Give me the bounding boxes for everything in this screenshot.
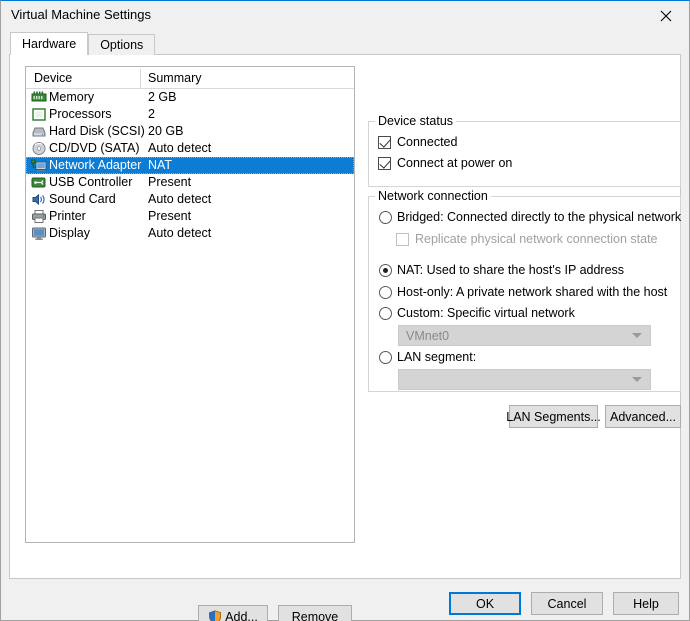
radio-circle	[379, 210, 392, 224]
device-list[interactable]: Device Summary Memory 2 GB Processors 2 …	[25, 66, 355, 543]
checkbox-label: Replicate physical network connection st…	[415, 232, 658, 246]
device-name: USB Controller	[49, 175, 133, 189]
memory-icon	[31, 90, 47, 105]
chevron-down-icon	[632, 377, 642, 382]
radio-circle	[379, 285, 392, 299]
add-button-label: Add...	[225, 609, 258, 621]
tab-hardware[interactable]: Hardware	[10, 32, 89, 55]
sound-card-icon	[31, 192, 47, 207]
device-summary: Auto detect	[148, 141, 212, 155]
network-adapter-icon	[31, 158, 47, 173]
device-list-header: Device Summary	[26, 67, 354, 89]
table-row[interactable]: Printer Present	[26, 208, 354, 225]
tab-strip: Hardware Options	[10, 32, 156, 55]
radio-circle	[379, 350, 392, 364]
remove-button[interactable]: Remove	[278, 605, 352, 621]
device-summary: 2	[148, 107, 155, 121]
device-name: Sound Card	[49, 192, 116, 206]
help-button[interactable]: Help	[613, 592, 679, 615]
table-row[interactable]: Network Adapter NAT	[26, 157, 354, 174]
virtual-machine-settings-window: Virtual Machine Settings Hardware Option…	[0, 0, 690, 621]
table-row[interactable]: USB Controller Present	[26, 174, 354, 191]
cd-dvd-icon	[31, 141, 47, 156]
display-icon	[31, 226, 47, 241]
table-row[interactable]: Sound Card Auto detect	[26, 191, 354, 208]
printer-icon	[31, 209, 47, 224]
checkbox-box	[396, 232, 409, 246]
device-name: Memory	[49, 90, 95, 104]
device-list-rows: Memory 2 GB Processors 2 Hard Disk (SCSI…	[26, 89, 354, 242]
device-status-legend: Device status	[375, 114, 457, 128]
radio-label: NAT: Used to share the host's IP address	[397, 263, 625, 277]
radio-label: LAN segment:	[397, 350, 477, 364]
table-row[interactable]: CD/DVD (SATA) Auto detect	[26, 140, 354, 157]
device-summary: Auto detect	[148, 226, 212, 240]
network-connection-group: Network connection Bridged: Connected di…	[368, 189, 681, 392]
table-row[interactable]: Processors 2	[26, 106, 354, 123]
checkbox-box	[378, 156, 391, 170]
checkbox-connected[interactable]: Connected	[378, 135, 457, 149]
device-name: CD/DVD (SATA)	[49, 141, 140, 155]
device-summary: 20 GB	[148, 124, 184, 138]
radio-lan-segment[interactable]: LAN segment:	[379, 350, 476, 364]
radio-custom[interactable]: Custom: Specific virtual network	[379, 306, 575, 320]
radio-circle	[379, 306, 392, 320]
radio-label: Custom: Specific virtual network	[397, 306, 575, 320]
device-name: Display	[49, 226, 90, 240]
radio-circle	[379, 263, 392, 277]
radio-label: Host-only: A private network shared with…	[397, 285, 668, 299]
table-row[interactable]: Display Auto detect	[26, 225, 354, 242]
add-button[interactable]: Add...	[198, 605, 268, 621]
checkbox-connect-at-power-on[interactable]: Connect at power on	[378, 156, 512, 170]
chevron-down-icon	[632, 333, 642, 338]
checkbox-label: Connected	[397, 135, 458, 149]
lan-segments-button[interactable]: LAN Segments...	[506, 405, 601, 428]
checkbox-box	[378, 135, 391, 149]
checkbox-replicate-physical-network-state: Replicate physical network connection st…	[396, 232, 658, 246]
device-summary: Present	[148, 209, 192, 223]
device-name: Hard Disk (SCSI)	[49, 124, 145, 138]
column-header-device: Device	[34, 71, 73, 85]
window-title: Virtual Machine Settings	[11, 7, 151, 22]
uac-shield-icon	[208, 609, 222, 621]
device-summary: Present	[148, 175, 192, 189]
custom-network-select: VMnet0	[398, 325, 651, 346]
device-status-group: Device status Connected Connect at power…	[368, 114, 681, 187]
device-summary: NAT	[148, 158, 173, 172]
advanced-button[interactable]: Advanced...	[605, 405, 681, 428]
radio-host-only[interactable]: Host-only: A private network shared with…	[379, 285, 667, 299]
network-connection-legend: Network connection	[375, 189, 491, 203]
lan-segment-select	[398, 369, 651, 390]
table-row[interactable]: Memory 2 GB	[26, 89, 354, 106]
close-icon[interactable]	[643, 1, 689, 30]
hard-disk-icon	[31, 124, 47, 139]
column-header-summary: Summary	[148, 71, 202, 85]
device-name: Network Adapter	[49, 158, 142, 172]
device-name: Printer	[49, 209, 86, 223]
radio-label: Bridged: Connected directly to the physi…	[397, 210, 682, 224]
cancel-button[interactable]: Cancel	[531, 592, 603, 615]
device-name: Processors	[49, 107, 112, 121]
table-row[interactable]: Hard Disk (SCSI) 20 GB	[26, 123, 354, 140]
custom-network-value: VMnet0	[406, 328, 450, 343]
device-summary: 2 GB	[148, 90, 177, 104]
radio-nat[interactable]: NAT: Used to share the host's IP address	[379, 263, 624, 277]
column-divider	[140, 69, 141, 88]
device-summary: Auto detect	[148, 192, 212, 206]
checkbox-label: Connect at power on	[397, 156, 513, 170]
title-bar: Virtual Machine Settings	[1, 1, 689, 31]
radio-bridged[interactable]: Bridged: Connected directly to the physi…	[379, 210, 681, 224]
hardware-tab-panel: Device Summary Memory 2 GB Processors 2 …	[9, 54, 681, 621]
processor-icon	[31, 107, 47, 122]
tab-options[interactable]: Options	[88, 34, 156, 55]
usb-controller-icon	[31, 175, 47, 190]
ok-button[interactable]: OK	[449, 592, 521, 615]
